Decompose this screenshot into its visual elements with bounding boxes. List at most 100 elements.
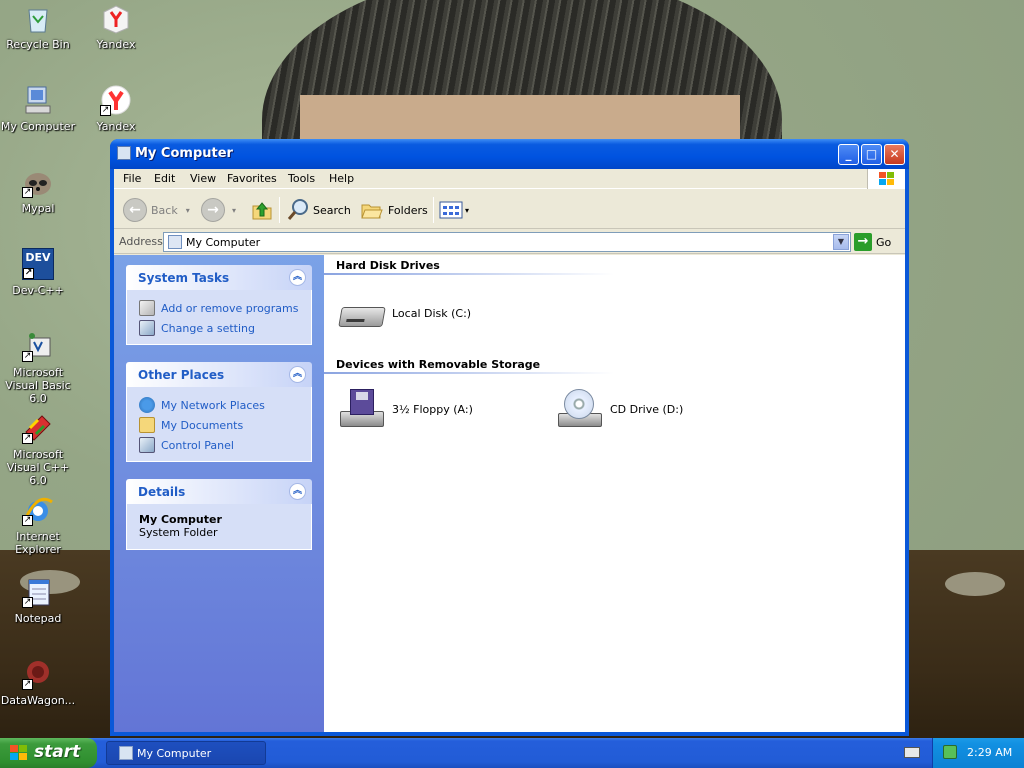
details-header[interactable]: Details ︽	[126, 479, 312, 504]
group-heading-removable-storage: Devices with Removable Storage	[336, 358, 541, 371]
task-label: Change a setting	[161, 321, 255, 335]
close-button[interactable]: ✕	[884, 144, 905, 165]
internet-explorer-icon: ↗	[22, 494, 54, 526]
system-tray: 2:29 AM	[932, 738, 1024, 768]
back-button[interactable]: ← Back ▾	[123, 197, 190, 223]
up-folder-button[interactable]	[250, 197, 274, 223]
collapse-chevron-icon[interactable]: ︽	[289, 483, 306, 500]
taskbar-button-my-computer[interactable]: My Computer	[106, 741, 266, 765]
network-places-icon	[139, 397, 155, 413]
forward-dropdown-icon[interactable]: ▾	[232, 206, 236, 215]
network-tray-icon[interactable]	[943, 745, 957, 759]
desktop-icon-label: DataWagon...	[0, 694, 76, 707]
menu-tools[interactable]: Tools	[288, 172, 315, 185]
windows-logo-area	[867, 169, 905, 189]
add-remove-programs-icon	[139, 300, 155, 316]
details-body: My Computer System Folder	[126, 504, 312, 550]
place-label: My Network Places	[161, 398, 265, 412]
address-field[interactable]: My Computer ▼	[163, 232, 851, 252]
desktop-icon-label: Dev-C++	[12, 284, 64, 297]
desktop-icon-label: Yandex	[96, 120, 136, 133]
search-button[interactable]: Search	[286, 197, 351, 223]
dev-cpp-icon: DEV ↗	[22, 248, 54, 280]
place-my-documents[interactable]: My Documents	[139, 415, 301, 435]
forward-arrow-icon: →	[201, 198, 225, 222]
other-places-panel: Other Places ︽ My Network Places My Docu…	[126, 362, 312, 462]
content-area: Hard Disk Drives Local Disk (C:) Devices…	[324, 255, 905, 732]
desktop-icon-internet-explorer[interactable]: ↗ Internet Explorer	[0, 494, 76, 556]
desktop-icon-my-computer[interactable]: My Computer	[0, 84, 76, 133]
address-dropdown-button[interactable]: ▼	[833, 234, 849, 250]
address-value: My Computer	[186, 236, 261, 249]
back-dropdown-icon[interactable]: ▾	[186, 206, 190, 215]
folders-button[interactable]: Folders	[360, 197, 428, 223]
task-label: Add or remove programs	[161, 301, 299, 315]
desktop-icon-visual-cpp[interactable]: ↗ Microsoft Visual C++ 6.0	[0, 412, 76, 487]
desktop-icon-dev-cpp[interactable]: DEV ↗ Dev-C++	[0, 248, 76, 297]
collapse-chevron-icon[interactable]: ︽	[289, 366, 306, 383]
my-computer-title-icon	[117, 146, 131, 160]
group-heading-hard-disk-drives: Hard Disk Drives	[336, 259, 440, 272]
menu-file[interactable]: File	[123, 172, 141, 185]
yandex-box-icon	[100, 2, 132, 34]
place-label: Control Panel	[161, 438, 234, 452]
menu-bar: File Edit View Favorites Tools Help	[114, 169, 905, 189]
menu-view[interactable]: View	[190, 172, 216, 185]
yandex-browser-icon: ↗	[100, 84, 132, 116]
desktop-icon-label: Notepad	[14, 612, 62, 625]
windows-flag-icon	[10, 745, 28, 761]
visual-cpp-icon: ↗	[22, 412, 54, 444]
other-places-header[interactable]: Other Places ︽	[126, 362, 312, 387]
drive-floppy-a[interactable]: 3½ Floppy (A:)	[338, 389, 473, 429]
views-button[interactable]: ▾	[439, 197, 469, 223]
visual-basic-icon: ↗	[22, 330, 54, 362]
go-button[interactable]: → Go	[854, 232, 891, 252]
drive-cd-d[interactable]: CD Drive (D:)	[556, 389, 683, 429]
cd-drive-icon	[556, 389, 604, 429]
place-control-panel[interactable]: Control Panel	[139, 435, 301, 455]
my-computer-taskbar-icon	[119, 746, 133, 760]
forward-button[interactable]: → ▾	[201, 197, 236, 223]
shortcut-arrow-icon: ↗	[22, 597, 33, 608]
folders-label: Folders	[388, 203, 428, 217]
notepad-icon: ↗	[22, 576, 54, 608]
wallpaper-star-right	[945, 572, 1005, 596]
views-dropdown-icon: ▾	[465, 205, 470, 215]
desktop-icon-datawagon[interactable]: ↗ DataWagon...	[0, 658, 76, 707]
clock[interactable]: 2:29 AM	[967, 746, 1012, 759]
task-add-remove-programs[interactable]: Add or remove programs	[139, 298, 301, 318]
desktop-icon-label: Mypal	[21, 202, 55, 215]
desktop-icon-notepad[interactable]: ↗ Notepad	[0, 576, 76, 625]
maximize-button[interactable]: □	[861, 144, 882, 165]
task-change-setting[interactable]: Change a setting	[139, 318, 301, 338]
desktop-icon-visual-basic[interactable]: ↗ Microsoft Visual Basic 6.0	[0, 330, 76, 405]
desktop-icon-yandex-2[interactable]: ↗ Yandex	[78, 84, 154, 133]
desktop-icon-yandex-1[interactable]: Yandex	[78, 2, 154, 51]
system-tasks-panel: System Tasks ︽ Add or remove programs Ch…	[126, 265, 312, 345]
system-tasks-header[interactable]: System Tasks ︽	[126, 265, 312, 290]
system-tasks-title: System Tasks	[138, 271, 230, 285]
start-button[interactable]: start	[0, 738, 97, 768]
desktop-icon-recycle-bin[interactable]: Recycle Bin	[0, 2, 76, 51]
minimize-button[interactable]: _	[838, 144, 859, 165]
dev-icon-text: DEV	[25, 251, 51, 264]
desktop-icon-label: Microsoft Visual Basic 6.0	[5, 366, 71, 405]
other-places-body: My Network Places My Documents Control P…	[126, 387, 312, 462]
desktop-icon-label: Microsoft Visual C++ 6.0	[6, 448, 70, 487]
window-titlebar[interactable]: My Computer _ □ ✕	[110, 139, 909, 169]
desktop-icon-mypal[interactable]: ↗ Mypal	[0, 166, 76, 215]
menu-favorites[interactable]: Favorites	[227, 172, 277, 185]
menu-edit[interactable]: Edit	[154, 172, 175, 185]
window-title: My Computer	[135, 146, 233, 161]
menu-help[interactable]: Help	[329, 172, 354, 185]
collapse-chevron-icon[interactable]: ︽	[289, 269, 306, 286]
task-pane: System Tasks ︽ Add or remove programs Ch…	[114, 255, 324, 732]
search-icon	[287, 199, 308, 220]
place-my-network-places[interactable]: My Network Places	[139, 395, 301, 415]
details-panel: Details ︽ My Computer System Folder	[126, 479, 312, 550]
drive-local-disk-c[interactable]: Local Disk (C:)	[338, 293, 471, 333]
recycle-bin-icon	[22, 2, 54, 34]
toolbar-separator	[433, 197, 434, 223]
keyboard-layout-icon[interactable]	[904, 747, 920, 758]
my-computer-address-icon	[168, 235, 182, 249]
